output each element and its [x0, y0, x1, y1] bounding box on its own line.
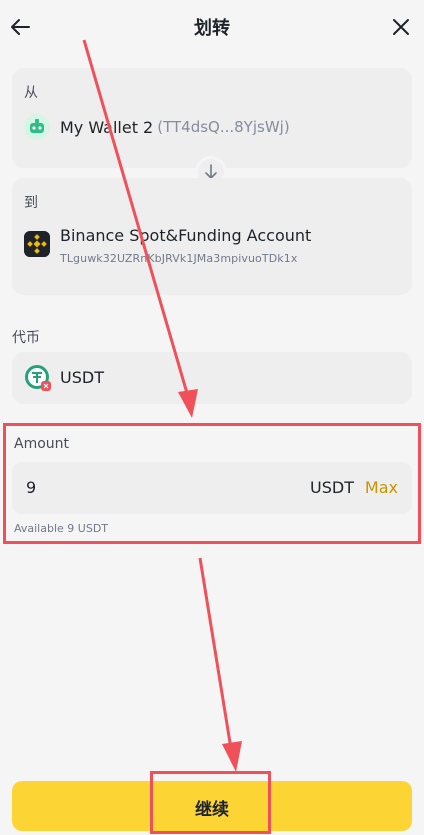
from-label: 从	[24, 85, 38, 101]
annotation-arrowhead-bottom	[222, 741, 242, 772]
coin-label: 代币	[12, 330, 40, 346]
from-wallet-row: My Wallet 2 (TT4dsQ...8YjsWj)	[24, 114, 290, 140]
amount-value: 9	[26, 478, 37, 497]
from-wallet-address: (TT4dsQ...8YjsWj)	[157, 118, 290, 136]
amount-section: Amount 9 USDT Max Available 9 USDT	[3, 423, 421, 544]
annotation-arrow-bottom	[198, 557, 234, 756]
to-account-name: Binance Spot&Funding Account	[60, 226, 312, 245]
close-icon[interactable]	[388, 14, 414, 40]
coin-name: USDT	[60, 368, 104, 387]
amount-input[interactable]: 9 USDT Max	[12, 462, 412, 514]
continue-highlight-frame	[150, 771, 271, 834]
amount-label: Amount	[14, 436, 70, 452]
header: 划转	[0, 0, 424, 56]
coin-selector[interactable]: USDT	[12, 352, 412, 404]
binance-logo-icon	[24, 231, 50, 257]
from-card[interactable]: 从 My Wallet 2 (TT4dsQ...8YjsWj)	[12, 68, 412, 168]
from-wallet-name: My Wallet 2	[60, 117, 154, 137]
page-title: 划转	[194, 18, 230, 39]
max-button[interactable]: Max	[365, 478, 398, 497]
tether-icon	[25, 365, 51, 391]
available-balance: Available 9 USDT	[14, 522, 109, 535]
amount-unit: USDT	[310, 478, 354, 497]
robot-icon	[24, 114, 50, 140]
to-card[interactable]: 到 Binance Spot&Funding Account TLguwk32U…	[12, 178, 412, 295]
to-label: 到	[24, 195, 38, 211]
to-account-address: TLguwk32UZRnKbJRVk1JMa3mpivuoTDk1x	[60, 252, 298, 265]
